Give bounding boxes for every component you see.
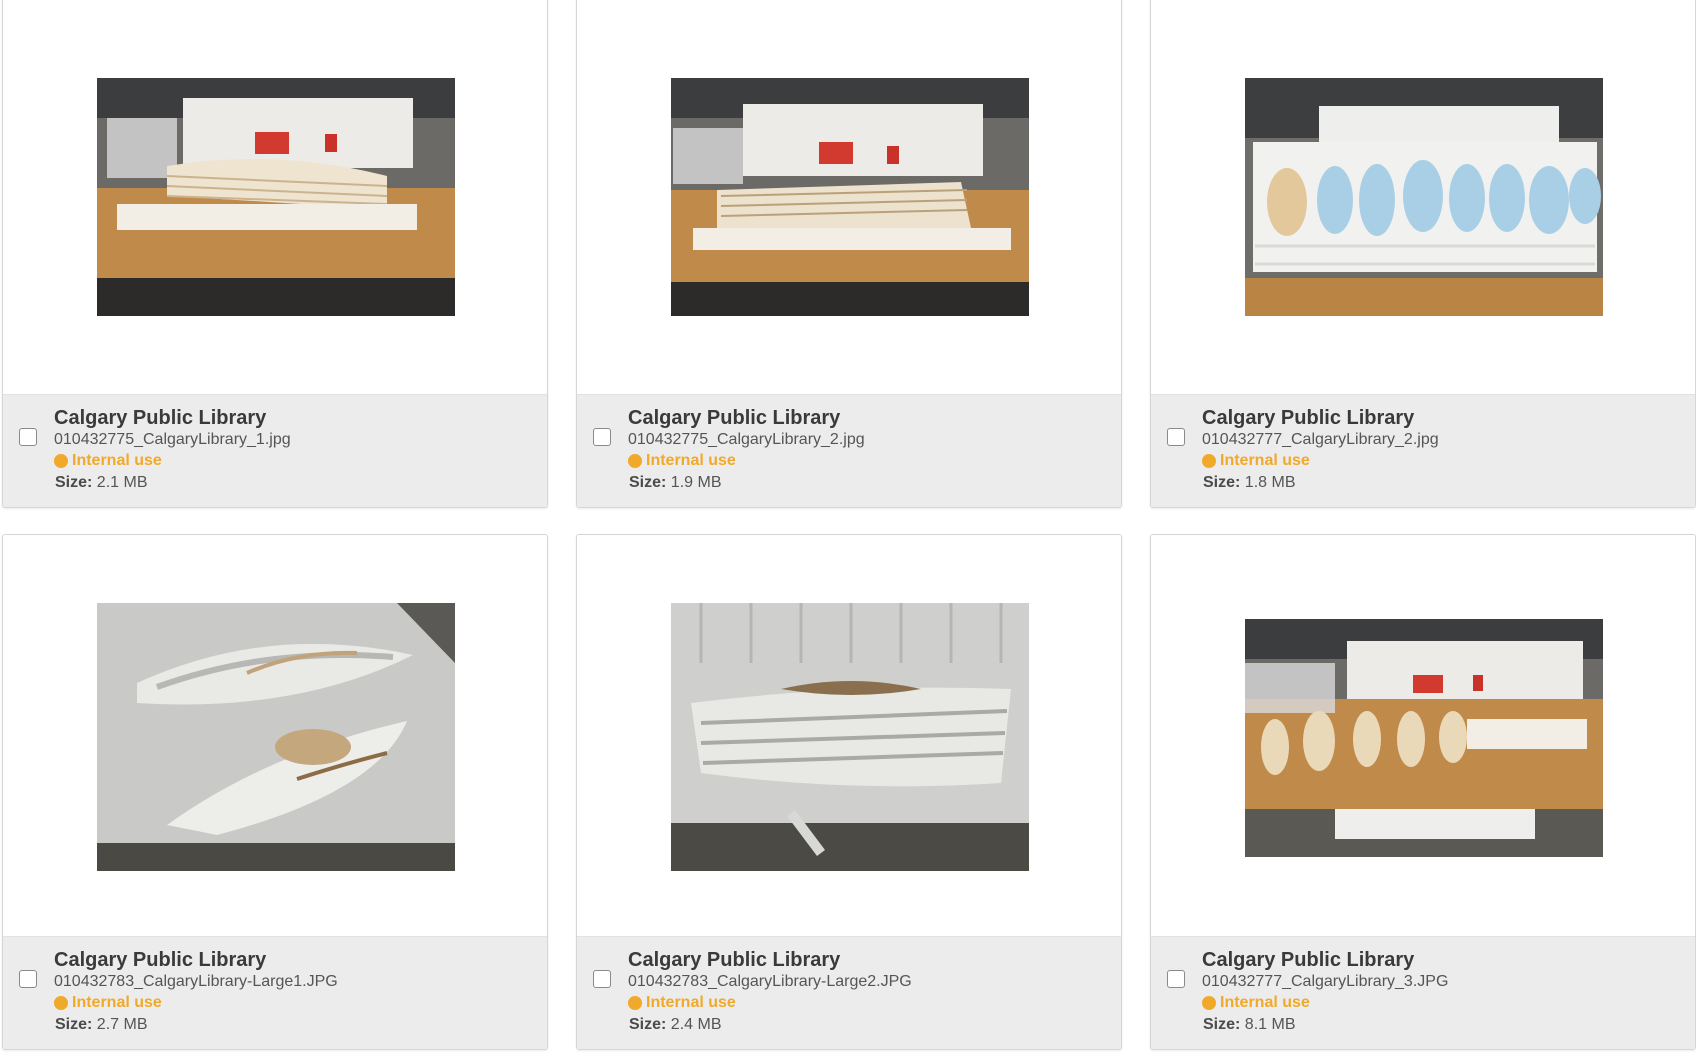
asset-title[interactable]: Calgary Public Library [628, 949, 840, 972]
select-checkbox[interactable] [1167, 428, 1185, 446]
status-badge: Internal use [628, 452, 736, 470]
status-badge: Internal use [54, 452, 162, 470]
thumbnail-area[interactable] [3, 0, 547, 397]
size-label: Size: [1203, 474, 1241, 491]
asset-title[interactable]: Calgary Public Library [54, 407, 266, 430]
size-value: 2.7 MB [96, 1016, 148, 1033]
thumbnail-area[interactable] [577, 0, 1121, 397]
thumbnail-area[interactable] [1151, 535, 1695, 939]
asset-thumbnail[interactable] [1245, 78, 1603, 316]
asset-card[interactable]: Calgary Public Library 010432777_Calgary… [1150, 534, 1696, 1050]
asset-size: Size: 8.1 MB [1203, 1016, 1295, 1034]
asset-meta: Calgary Public Library 010432775_Calgary… [577, 394, 1121, 507]
status-badge: Internal use [628, 994, 736, 1012]
asset-card[interactable]: Calgary Public Library 010432775_Calgary… [576, 0, 1122, 508]
asset-grid: Calgary Public Library 010432775_Calgary… [2, 0, 1696, 1056]
asset-size: Size: 1.9 MB [629, 474, 721, 492]
asset-meta: Calgary Public Library 010432777_Calgary… [1151, 394, 1695, 507]
status-label: Internal use [72, 994, 162, 1011]
asset-filename: 010432775_CalgaryLibrary_2.jpg [628, 431, 865, 448]
status-dot-icon [54, 454, 68, 468]
asset-card[interactable]: Calgary Public Library 010432783_Calgary… [576, 534, 1122, 1050]
status-dot-icon [1202, 996, 1216, 1010]
asset-card[interactable]: Calgary Public Library 010432775_Calgary… [2, 0, 548, 508]
size-value: 2.1 MB [96, 474, 148, 491]
asset-title[interactable]: Calgary Public Library [54, 949, 266, 972]
asset-filename: 010432783_CalgaryLibrary-Large2.JPG [628, 973, 912, 990]
asset-card[interactable]: Calgary Public Library 010432783_Calgary… [2, 534, 548, 1050]
size-value: 2.4 MB [670, 1016, 722, 1033]
status-label: Internal use [646, 452, 736, 469]
status-label: Internal use [1220, 452, 1310, 469]
status-badge: Internal use [54, 994, 162, 1012]
asset-meta: Calgary Public Library 010432783_Calgary… [3, 936, 547, 1049]
status-badge: Internal use [1202, 452, 1310, 470]
asset-filename: 010432777_CalgaryLibrary_2.jpg [1202, 431, 1439, 448]
status-label: Internal use [1220, 994, 1310, 1011]
select-checkbox[interactable] [593, 428, 611, 446]
asset-meta: Calgary Public Library 010432775_Calgary… [3, 394, 547, 507]
thumbnail-area[interactable] [3, 535, 547, 939]
asset-meta: Calgary Public Library 010432783_Calgary… [577, 936, 1121, 1049]
asset-thumbnail[interactable] [671, 603, 1029, 871]
select-checkbox[interactable] [19, 428, 37, 446]
asset-size: Size: 2.4 MB [629, 1016, 721, 1034]
asset-card[interactable]: Calgary Public Library 010432777_Calgary… [1150, 0, 1696, 508]
asset-size: Size: 2.7 MB [55, 1016, 147, 1034]
thumbnail-area[interactable] [577, 535, 1121, 939]
asset-thumbnail[interactable] [97, 78, 455, 316]
status-label: Internal use [72, 452, 162, 469]
size-value: 8.1 MB [1244, 1016, 1296, 1033]
size-label: Size: [55, 474, 93, 491]
status-dot-icon [1202, 454, 1216, 468]
status-badge: Internal use [1202, 994, 1310, 1012]
asset-filename: 010432775_CalgaryLibrary_1.jpg [54, 431, 291, 448]
select-checkbox[interactable] [19, 970, 37, 988]
asset-filename: 010432783_CalgaryLibrary-Large1.JPG [54, 973, 338, 990]
size-label: Size: [629, 1016, 667, 1033]
select-checkbox[interactable] [1167, 970, 1185, 988]
asset-meta: Calgary Public Library 010432777_Calgary… [1151, 936, 1695, 1049]
thumbnail-area[interactable] [1151, 0, 1695, 397]
status-dot-icon [628, 454, 642, 468]
status-label: Internal use [646, 994, 736, 1011]
size-label: Size: [629, 474, 667, 491]
asset-thumbnail[interactable] [671, 78, 1029, 316]
size-value: 1.8 MB [1244, 474, 1296, 491]
asset-title[interactable]: Calgary Public Library [1202, 407, 1414, 430]
status-dot-icon [54, 996, 68, 1010]
status-dot-icon [628, 996, 642, 1010]
asset-thumbnail[interactable] [97, 603, 455, 871]
asset-filename: 010432777_CalgaryLibrary_3.JPG [1202, 973, 1449, 990]
size-value: 1.9 MB [670, 474, 722, 491]
asset-size: Size: 2.1 MB [55, 474, 147, 492]
asset-title[interactable]: Calgary Public Library [1202, 949, 1414, 972]
asset-thumbnail[interactable] [1245, 619, 1603, 857]
select-checkbox[interactable] [593, 970, 611, 988]
asset-title[interactable]: Calgary Public Library [628, 407, 840, 430]
size-label: Size: [55, 1016, 93, 1033]
asset-size: Size: 1.8 MB [1203, 474, 1295, 492]
size-label: Size: [1203, 1016, 1241, 1033]
